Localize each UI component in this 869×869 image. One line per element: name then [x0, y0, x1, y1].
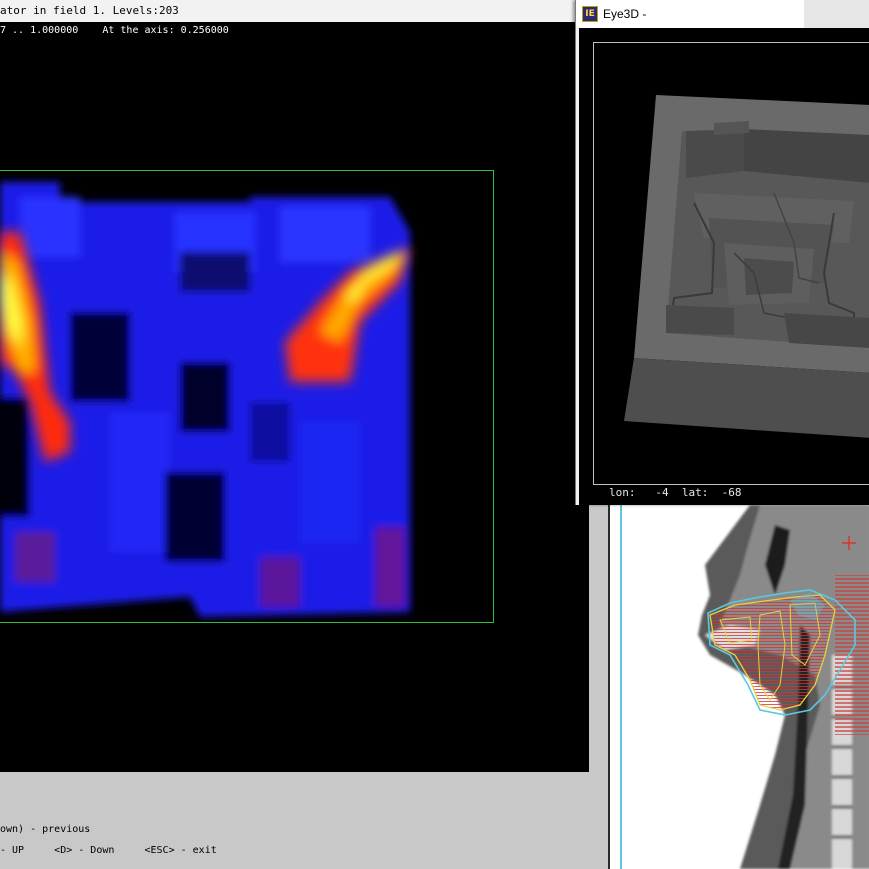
ct-frame-border-line	[620, 505, 622, 869]
fluence-map-canvas[interactable]: 7 .. 1.000000 At the axis: 0.256000	[0, 22, 589, 772]
help-line-navigation: - UP <D> - Down <ESC> - exit	[0, 845, 217, 856]
eye3d-render-area[interactable]: lon: -4 lat: -68	[579, 28, 869, 505]
help-line-previous: own) - previous	[0, 824, 91, 835]
compensator-3d-model	[624, 95, 869, 438]
field-boundary-rectangle	[0, 170, 494, 623]
keyboard-help-panel: own) - previous - UP <D> - Down <ESC> - …	[0, 772, 608, 869]
fluence-range-readout: 7 .. 1.000000 At the axis: 0.256000	[0, 25, 229, 36]
main-window-titlebar: ator in field 1. Levels:203	[0, 0, 575, 23]
eye3d-window[interactable]: IE Eye3D - lon: -4 lat: -68	[575, 0, 869, 505]
eye3d-viewport[interactable]	[593, 42, 869, 485]
eye3d-app-icon: IE	[582, 6, 598, 22]
titlebar-button-area	[804, 0, 869, 28]
eye3d-title: Eye3D -	[603, 7, 647, 21]
eye3d-titlebar[interactable]: IE Eye3D -	[576, 0, 869, 28]
ct-sagittal-image	[698, 505, 869, 869]
ct-sagittal-view[interactable]	[608, 505, 869, 869]
main-window-title: ator in field 1. Levels:203	[0, 4, 179, 17]
eye3d-orientation-readout: lon: -4 lat: -68	[609, 486, 742, 499]
